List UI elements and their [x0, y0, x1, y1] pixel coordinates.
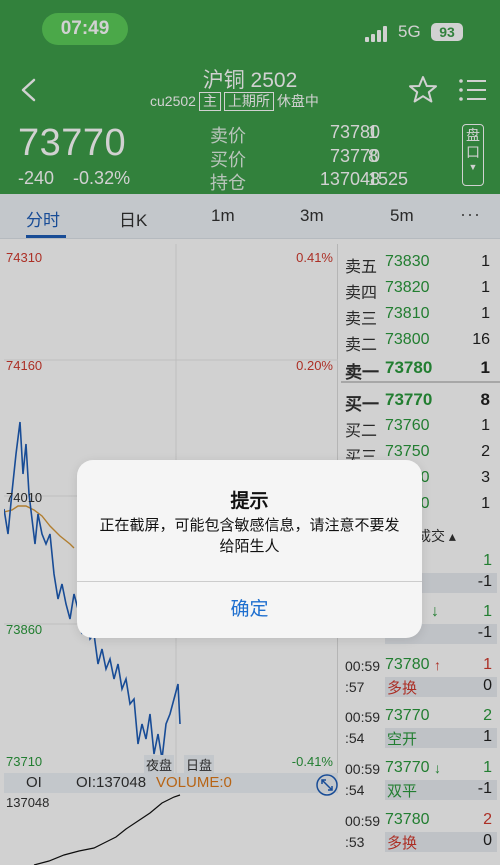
confirm-button[interactable]: 确定	[77, 582, 422, 638]
screenshot-alert-dialog: 提示 正在截屏，可能包含敏感信息，请注意不要发给陌生人 确定	[77, 460, 422, 638]
dialog-title: 提示	[230, 491, 269, 512]
dialog-message: 正在截屏，可能包含敏感信息，请注意不要发给陌生人	[99, 517, 400, 555]
modal-overlay: 提示 正在截屏，可能包含敏感信息，请注意不要发给陌生人 确定	[0, 0, 500, 865]
